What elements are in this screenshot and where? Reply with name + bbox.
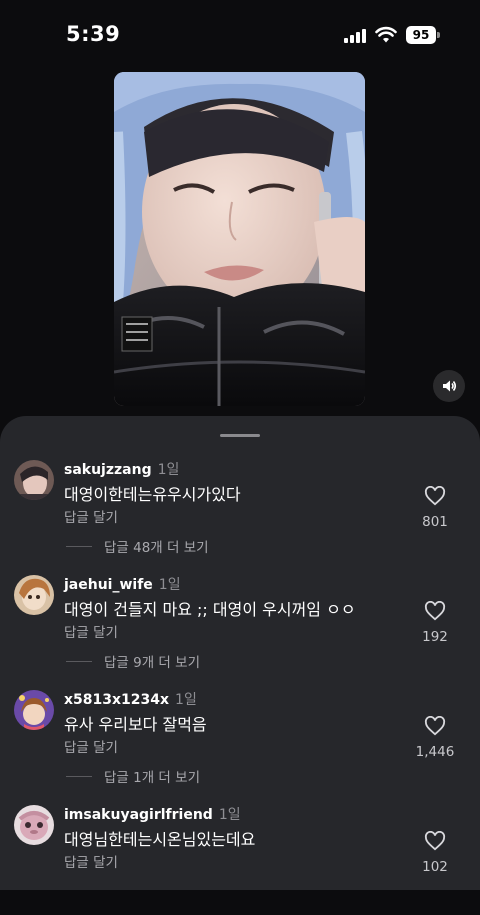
- heart-icon: [424, 601, 446, 621]
- battery-tip: [437, 32, 440, 38]
- wifi-icon: [375, 26, 397, 43]
- speaker-icon: [443, 380, 457, 392]
- like-button[interactable]: 102: [404, 831, 466, 875]
- comment-username[interactable]: x5813x1234x: [64, 692, 169, 708]
- comment-text: 유사 우리보다 잘먹음: [64, 715, 207, 734]
- reply-button[interactable]: 답글 달기: [64, 623, 118, 643]
- like-count: 192: [422, 629, 448, 645]
- like-count: 801: [422, 514, 448, 530]
- comment-text: 대영님한테는시온님있는데요: [64, 830, 256, 849]
- divider: [66, 775, 92, 777]
- comment-text: 대영이 건들지 마요 ;; 대영이 우시꺼임 ㅇㅇ: [64, 600, 356, 619]
- cellular-signal-icon: [344, 29, 368, 43]
- like-count: 102: [422, 859, 448, 875]
- like-button[interactable]: 801: [404, 486, 466, 530]
- comment-text: 대영이한테는유우시가있다: [64, 485, 241, 504]
- avatar[interactable]: [14, 575, 54, 615]
- view-replies-label: 답글 1개 더 보기: [104, 770, 200, 786]
- reply-button[interactable]: 답글 달기: [64, 853, 118, 873]
- view-replies-button[interactable]: 답글 1개 더 보기: [66, 766, 200, 786]
- view-replies-label: 답글 9개 더 보기: [104, 655, 200, 671]
- view-replies-button[interactable]: 답글 48개 더 보기: [66, 536, 209, 556]
- comment-username[interactable]: sakujzzang: [64, 462, 152, 478]
- comment-item: x5813x1234x 1일 유사 우리보다 잘먹음 답글 달기 답글 1개 더 …: [0, 690, 480, 800]
- like-button[interactable]: 192: [404, 601, 466, 645]
- divider: [66, 545, 92, 547]
- comment-username[interactable]: jaehui_wife: [64, 577, 153, 593]
- comment-item: jaehui_wife 1일 대영이 건들지 마요 ;; 대영이 우시꺼임 ㅇㅇ …: [0, 575, 480, 685]
- view-replies-button[interactable]: 답글 9개 더 보기: [66, 651, 200, 671]
- comment-time: 1일: [218, 807, 241, 823]
- video-preview[interactable]: [114, 72, 365, 406]
- comment-username[interactable]: imsakuyagirlfriend: [64, 807, 213, 823]
- video-frame-image: [114, 72, 365, 406]
- avatar[interactable]: [14, 805, 54, 845]
- heart-icon: [424, 716, 446, 736]
- drag-handle[interactable]: [220, 434, 260, 437]
- reply-button[interactable]: 답글 달기: [64, 738, 118, 758]
- reply-button[interactable]: 답글 달기: [64, 508, 118, 528]
- avatar[interactable]: [14, 690, 54, 730]
- like-count: 1,446: [415, 744, 455, 760]
- like-button[interactable]: 1,446: [404, 716, 466, 760]
- comment-item: sakujzzang 1일 대영이한테는유우시가있다 답글 달기 답글 48개 더…: [0, 460, 480, 570]
- heart-icon: [424, 486, 446, 506]
- sound-toggle-button[interactable]: [433, 370, 465, 402]
- heart-icon: [424, 831, 446, 851]
- comments-sheet: sakujzzang 1일 대영이한테는유우시가있다 답글 달기 답글 48개 더…: [0, 416, 480, 890]
- comment-time: 1일: [157, 462, 180, 478]
- status-time: 5:39: [66, 22, 121, 46]
- view-replies-label: 답글 48개 더 보기: [104, 540, 209, 556]
- comment-time: 1일: [175, 692, 197, 708]
- divider: [66, 660, 92, 662]
- comment-time: 1일: [158, 577, 181, 593]
- status-bar: 5:39 95: [0, 0, 480, 70]
- comment-item: imsakuyagirlfriend 1일 대영님한테는시온님있는데요 답글 달기…: [0, 805, 480, 915]
- avatar[interactable]: [14, 460, 54, 500]
- battery-indicator: 95: [406, 26, 436, 44]
